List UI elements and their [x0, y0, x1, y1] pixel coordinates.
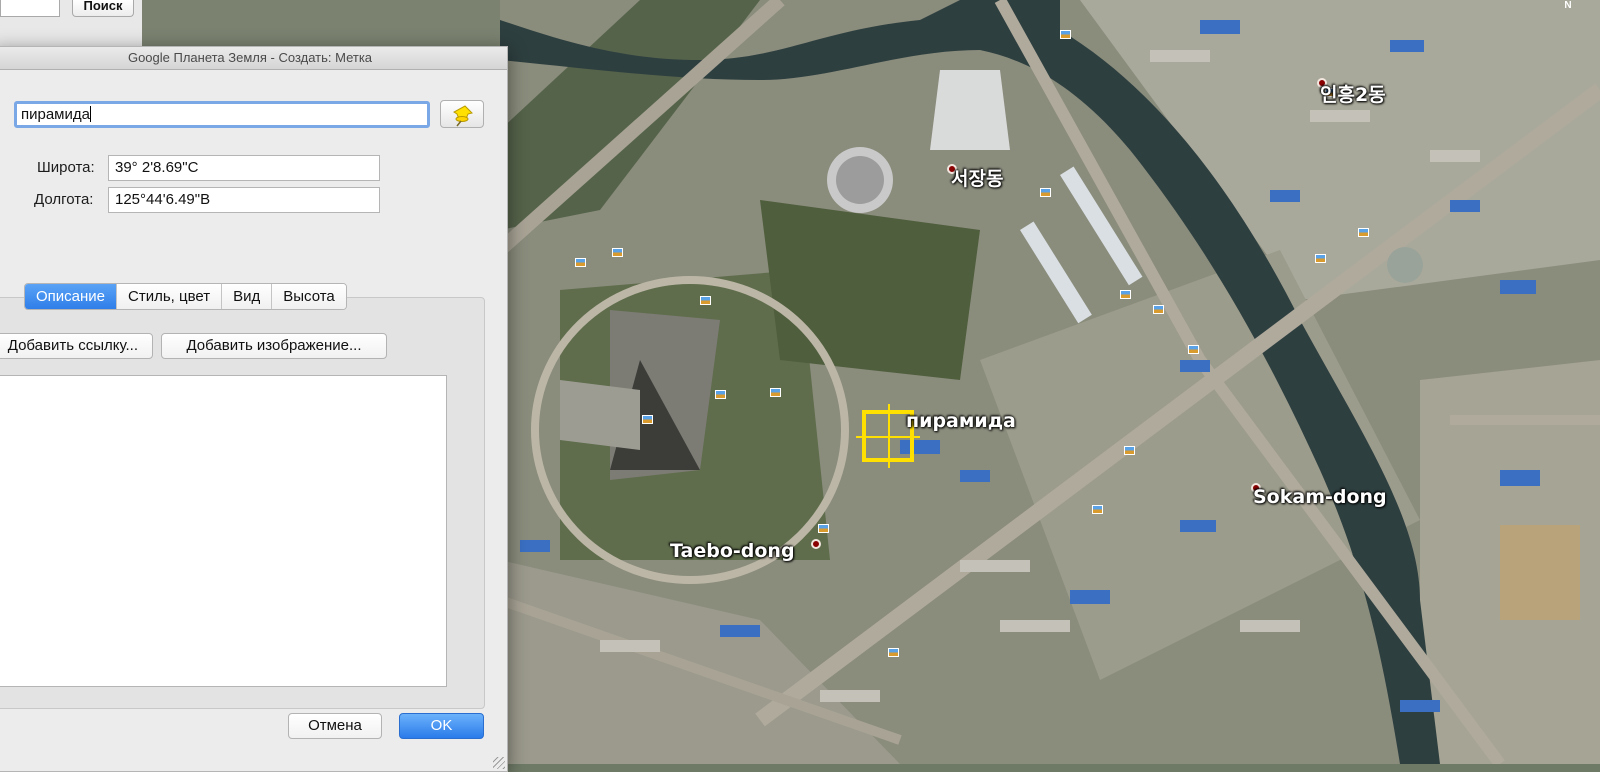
name-field[interactable]: пирамида: [14, 101, 430, 128]
map-label-taebo[interactable]: Taebo-dong: [670, 540, 795, 562]
photo-icon[interactable]: [700, 296, 711, 305]
resize-grip[interactable]: [493, 757, 505, 769]
add-image-button[interactable]: Добавить изображение...: [161, 333, 387, 359]
crosshair-vertical: [888, 404, 890, 468]
name-value: пирамида: [21, 106, 90, 123]
latitude-label: Широта:: [37, 159, 95, 176]
tab-description[interactable]: Описание: [25, 284, 117, 309]
photo-icon[interactable]: [1124, 446, 1135, 455]
photo-icon[interactable]: [770, 388, 781, 397]
longitude-field[interactable]: 125°44'6.49"В: [108, 187, 380, 213]
photo-icon[interactable]: [1358, 228, 1369, 237]
latitude-field[interactable]: 39° 2'8.69"С: [108, 155, 380, 181]
cancel-button[interactable]: Отмена: [288, 713, 382, 739]
ok-button[interactable]: OK: [399, 713, 484, 739]
map-label-inheung[interactable]: 인흥2동: [1320, 80, 1386, 107]
photo-icon[interactable]: [612, 248, 623, 257]
tab-bar: Описание Стиль, цвет Вид Высота: [24, 283, 347, 310]
photo-icon[interactable]: [1092, 505, 1103, 514]
map-label-seojang[interactable]: 서장동: [951, 164, 1003, 191]
compass-icon[interactable]: N: [1558, 0, 1578, 14]
photo-icon[interactable]: [1060, 30, 1071, 39]
map-label-placemark[interactable]: пирамида: [906, 410, 1016, 432]
dialog-title: Google Планета Земля - Создать: Метка: [0, 47, 507, 70]
description-textarea[interactable]: [0, 375, 447, 687]
add-link-button[interactable]: Добавить ссылку...: [0, 333, 153, 359]
photo-icon[interactable]: [1315, 254, 1326, 263]
search-panel: Поиск: [0, 0, 142, 46]
map-label-sokam[interactable]: Sokam-dong: [1253, 486, 1387, 508]
tab-style-color[interactable]: Стиль, цвет: [116, 284, 222, 309]
photo-icon[interactable]: [642, 415, 653, 424]
search-input[interactable]: [0, 0, 60, 17]
search-button[interactable]: Поиск: [72, 0, 134, 17]
photo-icon[interactable]: [1188, 345, 1199, 354]
photo-icon[interactable]: [818, 524, 829, 533]
tab-altitude[interactable]: Высота: [271, 284, 346, 309]
photo-icon[interactable]: [575, 258, 586, 267]
place-marker-taebo[interactable]: [811, 539, 821, 549]
longitude-label: Долгота:: [34, 191, 94, 208]
photo-icon[interactable]: [888, 648, 899, 657]
create-placemark-dialog: Google Планета Земля - Создать: Метка е:…: [0, 46, 508, 772]
photo-icon[interactable]: [1153, 305, 1164, 314]
text-cursor: [89, 106, 91, 122]
tab-view[interactable]: Вид: [221, 284, 272, 309]
photo-icon[interactable]: [1120, 290, 1131, 299]
photo-icon[interactable]: [715, 390, 726, 399]
placemark-icon-button[interactable]: [440, 100, 484, 128]
photo-icon[interactable]: [1040, 188, 1051, 197]
pushpin-icon: [453, 105, 473, 127]
